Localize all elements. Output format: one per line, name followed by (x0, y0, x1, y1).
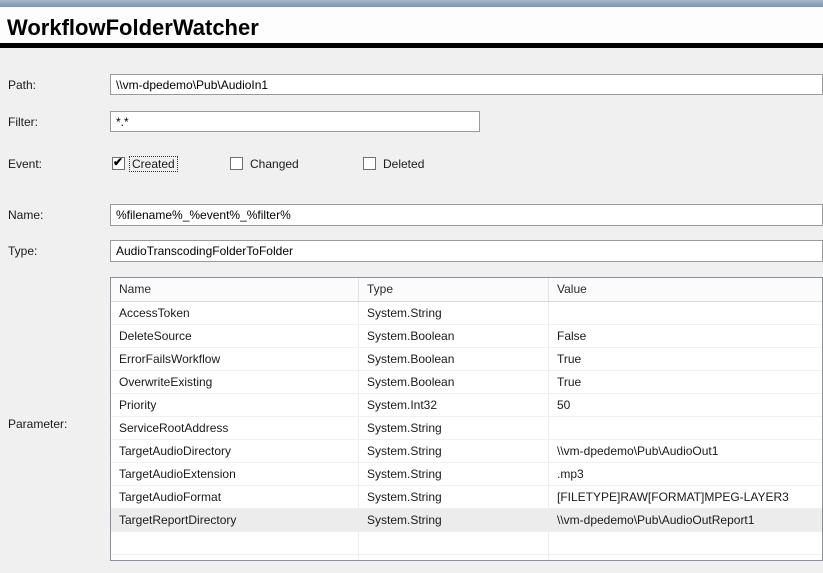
parameter-row[interactable]: Priority System.Int32 50 (111, 394, 822, 417)
filter-input[interactable] (110, 111, 480, 132)
parameter-row[interactable] (111, 555, 822, 561)
parameter-name-cell: OverwriteExisting (111, 371, 359, 393)
column-header-value[interactable]: Value (549, 278, 822, 301)
filter-label: Filter: (8, 115, 38, 129)
parameter-name-cell: AccessToken (111, 302, 359, 324)
parameter-row[interactable]: TargetAudioDirectory System.String \\vm-… (111, 440, 822, 463)
parameter-row[interactable]: OverwriteExisting System.Boolean True (111, 371, 822, 394)
column-header-name[interactable]: Name (111, 278, 359, 301)
parameter-table: Name Type Value AccessToken System.Strin… (110, 277, 823, 561)
parameter-type-cell: System.String (359, 417, 549, 439)
parameter-row[interactable]: DeleteSource System.Boolean False (111, 325, 822, 348)
parameter-type-cell: System.Boolean (359, 371, 549, 393)
parameter-value-cell: False (549, 325, 822, 347)
parameter-type-cell: System.Boolean (359, 348, 549, 370)
path-label: Path: (8, 78, 36, 92)
name-label: Name: (8, 208, 43, 222)
parameter-name-cell: TargetAudioDirectory (111, 440, 359, 462)
parameter-value-cell: 50 (549, 394, 822, 416)
parameter-value-cell: \\vm-dpedemo\Pub\AudioOutReport1 (549, 509, 822, 531)
parameter-type-cell: System.Boolean (359, 325, 549, 347)
type-input[interactable] (110, 240, 823, 262)
title-underline-rule (0, 43, 823, 48)
parameter-row[interactable]: TargetAudioExtension System.String .mp3 (111, 463, 822, 486)
parameter-value-cell: \\vm-dpedemo\Pub\AudioOut1 (549, 440, 822, 462)
parameter-type-cell: System.String (359, 509, 549, 531)
deleted-checkbox[interactable] (363, 157, 376, 170)
parameter-row[interactable]: ErrorFailsWorkflow System.Boolean True (111, 348, 822, 371)
parameter-name-cell: DeleteSource (111, 325, 359, 347)
parameter-type-cell: System.String (359, 440, 549, 462)
parameter-name-cell: Priority (111, 394, 359, 416)
parameter-type-cell (359, 532, 549, 554)
parameter-value-cell (549, 555, 822, 561)
type-label: Type: (8, 244, 37, 258)
parameter-value-cell: True (549, 348, 822, 370)
parameter-name-cell: TargetAudioExtension (111, 463, 359, 485)
parameter-row[interactable] (111, 532, 822, 555)
parameter-type-cell: System.String (359, 486, 549, 508)
created-checkbox[interactable] (112, 157, 125, 170)
parameter-name-cell: ServiceRootAddress (111, 417, 359, 439)
event-option-deleted[interactable]: Deleted (363, 155, 426, 172)
parameter-rows: AccessToken System.String DeleteSource S… (111, 302, 822, 561)
parameter-type-cell: System.String (359, 463, 549, 485)
parameter-name-cell: TargetAudioFormat (111, 486, 359, 508)
path-input[interactable] (110, 74, 823, 95)
event-option-changed[interactable]: Changed (230, 155, 301, 172)
parameter-name-cell: TargetReportDirectory (111, 509, 359, 531)
parameter-type-cell: System.String (359, 302, 549, 324)
parameter-name-cell: ErrorFailsWorkflow (111, 348, 359, 370)
column-header-type[interactable]: Type (359, 278, 549, 301)
event-label: Event: (8, 157, 42, 171)
parameter-label: Parameter: (8, 417, 67, 431)
changed-checkbox-label: Changed (248, 157, 301, 171)
parameter-value-cell: .mp3 (549, 463, 822, 485)
parameter-name-cell (111, 532, 359, 554)
title-strip: WorkflowFolderWatcher (0, 7, 823, 43)
parameter-value-cell: [FILETYPE]RAW[FORMAT]MPEG-LAYER3 (549, 486, 822, 508)
changed-checkbox[interactable] (230, 157, 243, 170)
event-option-created[interactable]: Created (112, 155, 177, 172)
workflow-folder-watcher-panel: WorkflowFolderWatcher Path: Filter: Even… (0, 0, 823, 573)
page-title: WorkflowFolderWatcher (7, 15, 259, 41)
deleted-checkbox-label: Deleted (381, 157, 426, 171)
parameter-type-cell (359, 555, 549, 561)
name-input[interactable] (110, 204, 823, 226)
created-checkbox-label: Created (130, 157, 177, 171)
top-accent-bar (0, 0, 823, 7)
parameter-table-header: Name Type Value (111, 278, 822, 302)
parameter-value-cell (549, 417, 822, 439)
parameter-value-cell (549, 302, 822, 324)
parameter-name-cell (111, 555, 359, 561)
parameter-row[interactable]: TargetAudioFormat System.String [FILETYP… (111, 486, 822, 509)
parameter-value-cell: True (549, 371, 822, 393)
parameter-value-cell (549, 532, 822, 554)
parameter-row[interactable]: ServiceRootAddress System.String (111, 417, 822, 440)
parameter-type-cell: System.Int32 (359, 394, 549, 416)
parameter-row[interactable]: AccessToken System.String (111, 302, 822, 325)
parameter-row[interactable]: TargetReportDirectory System.String \\vm… (111, 509, 822, 532)
